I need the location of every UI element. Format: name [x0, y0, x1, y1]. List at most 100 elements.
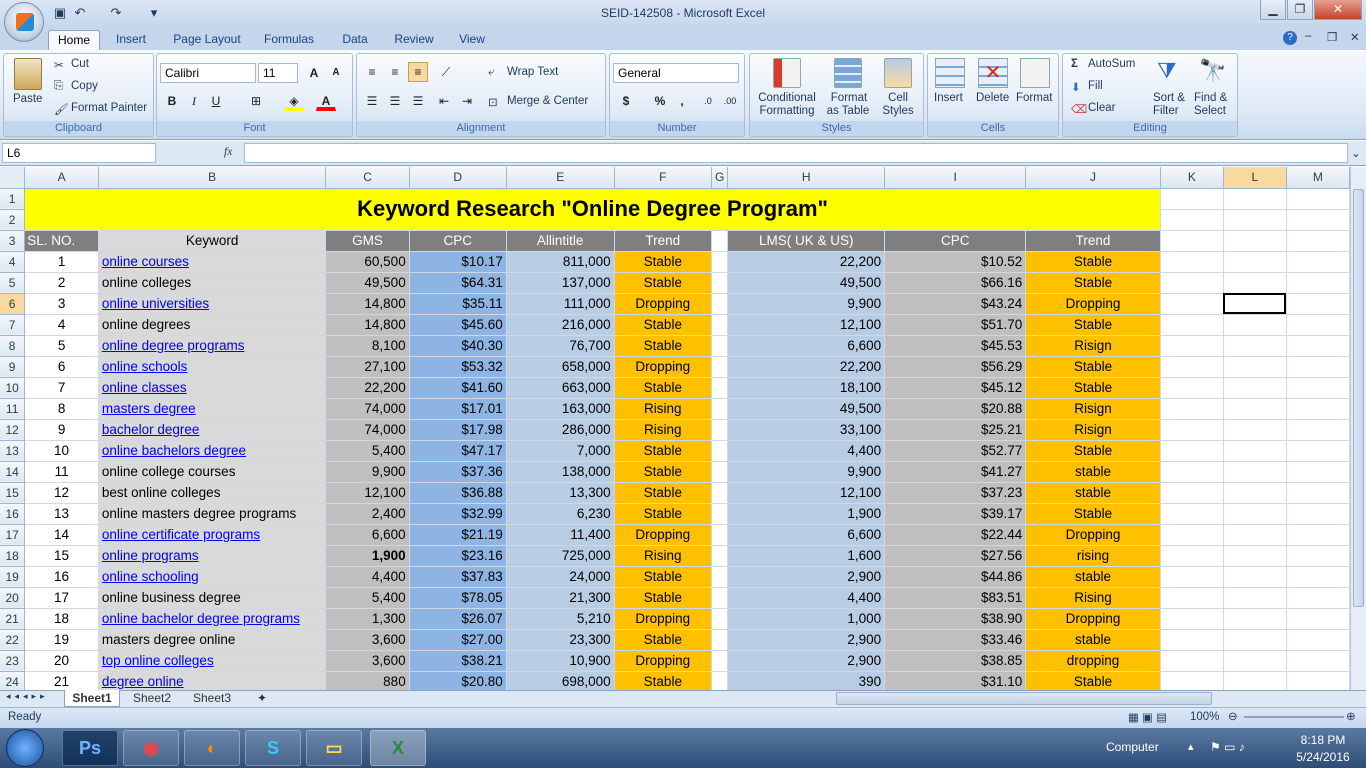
- insert-cells-icon[interactable]: [935, 58, 965, 88]
- cell[interactable]: [1160, 398, 1224, 420]
- tab-insert[interactable]: Insert: [108, 30, 154, 50]
- align-top-icon[interactable]: ≡: [362, 62, 382, 82]
- cell-gms[interactable]: 74,000: [325, 419, 410, 441]
- cut-button[interactable]: Cut: [71, 58, 89, 70]
- cell[interactable]: [1286, 608, 1350, 630]
- cell-cpc[interactable]: $64.31: [409, 272, 507, 294]
- cell-keyword[interactable]: bachelor degree: [98, 419, 327, 441]
- cell-allintitle[interactable]: 137,000: [506, 272, 615, 294]
- cell-trend[interactable]: Dropping: [614, 608, 712, 630]
- cell-cpc[interactable]: $17.98: [409, 419, 507, 441]
- cell-trend2[interactable]: Stable: [1025, 314, 1161, 336]
- cell-spacer[interactable]: [711, 461, 729, 483]
- cell-allintitle[interactable]: 13,300: [506, 482, 615, 504]
- firefox-taskbar-icon[interactable]: ◐: [184, 730, 240, 766]
- format-as-table-line1[interactable]: Format: [826, 92, 872, 104]
- cell-styles-line2[interactable]: Styles: [878, 105, 918, 117]
- cell[interactable]: [1223, 209, 1287, 231]
- cell-trend2[interactable]: stable: [1025, 629, 1161, 651]
- cell[interactable]: [1286, 377, 1350, 399]
- row-header[interactable]: 9: [0, 356, 26, 378]
- cell-lms[interactable]: 33,100: [727, 419, 886, 441]
- cell-gms[interactable]: 4,400: [325, 566, 410, 588]
- keyword-link[interactable]: online bachelors degree: [102, 443, 246, 458]
- cell-cpc[interactable]: $26.07: [409, 608, 507, 630]
- cell-trend[interactable]: Dropping: [614, 356, 712, 378]
- cell-trend[interactable]: Stable: [614, 587, 712, 609]
- cell[interactable]: [1223, 251, 1287, 273]
- cell-trend[interactable]: Rising: [614, 545, 712, 567]
- align-bottom-icon[interactable]: ≡: [408, 62, 428, 82]
- cell-allintitle[interactable]: 24,000: [506, 566, 615, 588]
- clock-time[interactable]: 8:18 PM: [1288, 733, 1358, 747]
- cell-trend[interactable]: Stable: [614, 671, 712, 690]
- cell-cpc[interactable]: $53.32: [409, 356, 507, 378]
- cell-cpc[interactable]: $45.60: [409, 314, 507, 336]
- column-header-f[interactable]: F: [614, 167, 712, 189]
- cell-keyword[interactable]: online degree programs: [98, 335, 327, 357]
- cell-sl-no[interactable]: 4: [24, 314, 99, 336]
- cell[interactable]: [1160, 209, 1224, 231]
- cell-sl-no[interactable]: 7: [24, 377, 99, 399]
- cell[interactable]: [1223, 545, 1287, 567]
- cell-cpc2[interactable]: $31.10: [884, 671, 1027, 690]
- cell[interactable]: [1286, 230, 1350, 252]
- sheet-nav-arrows-icon[interactable]: ◂◂◂▸▸: [6, 691, 49, 702]
- column-header-m[interactable]: M: [1286, 167, 1350, 189]
- cell[interactable]: [1286, 566, 1350, 588]
- row-header[interactable]: 11: [0, 398, 26, 420]
- decrease-decimal-icon[interactable]: .00: [720, 91, 740, 111]
- cell-trend[interactable]: Dropping: [614, 524, 712, 546]
- cell-sl-no[interactable]: 9: [24, 419, 99, 441]
- cell-lms[interactable]: 22,200: [727, 356, 886, 378]
- cell-keyword[interactable]: online universities: [98, 293, 327, 315]
- conditional-formatting-line1[interactable]: Conditional: [757, 92, 817, 104]
- cell-cpc2[interactable]: $33.46: [884, 629, 1027, 651]
- cell[interactable]: [1286, 545, 1350, 567]
- cell-sl-no[interactable]: 12: [24, 482, 99, 504]
- row-header[interactable]: 8: [0, 335, 26, 357]
- cell-lms[interactable]: 390: [727, 671, 886, 690]
- align-right-icon[interactable]: ☰: [408, 91, 428, 111]
- cell-trend2[interactable]: Stable: [1025, 671, 1161, 690]
- cell[interactable]: [1286, 398, 1350, 420]
- cell-styles-icon[interactable]: [884, 58, 912, 88]
- cell[interactable]: [1160, 608, 1224, 630]
- cell-trend2[interactable]: dropping: [1025, 650, 1161, 672]
- keyword-link[interactable]: online schools: [102, 359, 188, 374]
- cell-sl-no[interactable]: 11: [24, 461, 99, 483]
- column-label[interactable]: Keyword: [98, 230, 327, 252]
- row-header[interactable]: 17: [0, 524, 26, 546]
- cell-spacer[interactable]: [711, 524, 729, 546]
- cell-lms[interactable]: 9,900: [727, 461, 886, 483]
- cell-keyword[interactable]: online college courses: [98, 461, 327, 483]
- cell-cpc[interactable]: $37.36: [409, 461, 507, 483]
- row-header[interactable]: 15: [0, 482, 26, 504]
- cell-sl-no[interactable]: 2: [24, 272, 99, 294]
- cell-spacer[interactable]: [711, 545, 729, 567]
- cell-trend2[interactable]: Risign: [1025, 419, 1161, 441]
- tray-overflow-icon[interactable]: ▴: [1188, 740, 1194, 753]
- cell-cpc2[interactable]: $10.52: [884, 251, 1027, 273]
- cell-gms[interactable]: 880: [325, 671, 410, 690]
- keyword-link[interactable]: online schooling: [102, 569, 199, 584]
- find-select-line1[interactable]: Find &: [1194, 92, 1227, 104]
- cell-spacer[interactable]: [711, 293, 729, 315]
- paste-icon[interactable]: [14, 58, 42, 90]
- cell-keyword[interactable]: online bachelor degree programs: [98, 608, 327, 630]
- cell-keyword[interactable]: best online colleges: [98, 482, 327, 504]
- cell-cpc[interactable]: $23.16: [409, 545, 507, 567]
- cell-allintitle[interactable]: 658,000: [506, 356, 615, 378]
- horizontal-scroll-thumb[interactable]: [836, 692, 1212, 705]
- column-label[interactable]: Trend: [614, 230, 712, 252]
- tab-formulas[interactable]: Formulas: [257, 30, 321, 50]
- orientation-icon[interactable]: ⟋: [436, 62, 456, 82]
- cell-cpc[interactable]: $27.00: [409, 629, 507, 651]
- fill-button[interactable]: Fill: [1088, 80, 1103, 92]
- cell-trend2[interactable]: Stable: [1025, 377, 1161, 399]
- cell-keyword[interactable]: online classes: [98, 377, 327, 399]
- restore-button[interactable]: ❐: [1287, 0, 1313, 20]
- cell[interactable]: [1223, 629, 1287, 651]
- excel-taskbar-icon[interactable]: X: [370, 730, 426, 766]
- cell-allintitle[interactable]: 811,000: [506, 251, 615, 273]
